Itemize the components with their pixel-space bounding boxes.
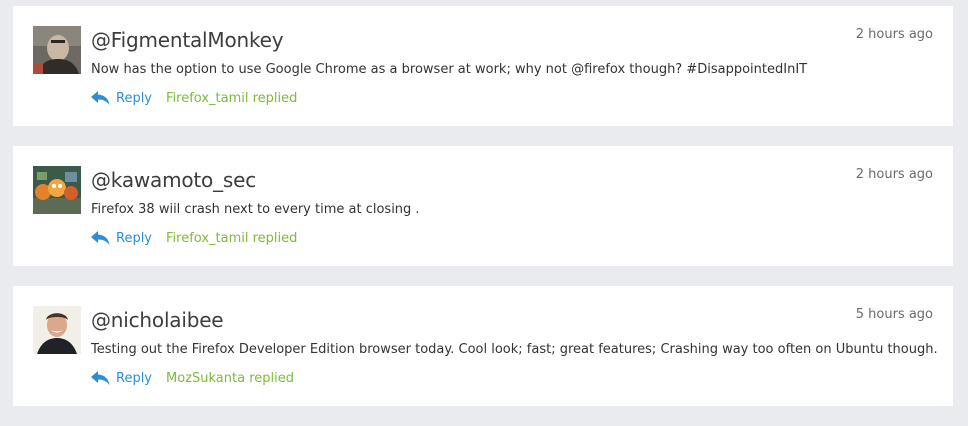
reply-arrow-icon [91, 231, 110, 245]
mention-card: @nicholaibee 5 hours ago Testing out the… [13, 286, 953, 406]
reply-arrow-icon [91, 371, 110, 385]
user-handle[interactable]: @nicholaibee [91, 308, 224, 332]
avatar[interactable] [33, 26, 81, 74]
mention-actions: Reply Firefox_tamil replied [91, 229, 297, 247]
mention-actions: Reply MozSukanta replied [91, 369, 294, 387]
user-handle[interactable]: @FigmentalMonkey [91, 28, 284, 52]
mention-text: Firefox 38 wiil crash next to every time… [91, 202, 420, 217]
mention-feed: @FigmentalMonkey 2 hours ago Now has the… [13, 6, 953, 426]
avatar[interactable] [33, 166, 81, 214]
reply-arrow-icon [91, 91, 110, 105]
mention-actions: Reply Firefox_tamil replied [91, 89, 297, 107]
timestamp: 2 hours ago [855, 27, 933, 42]
reply-button[interactable]: Reply [91, 371, 152, 386]
avatar[interactable] [33, 306, 81, 354]
reply-label: Reply [116, 230, 153, 246]
replied-status[interactable]: Firefox_tamil replied [166, 91, 297, 106]
replied-status[interactable]: MozSukanta replied [166, 371, 294, 386]
timestamp: 5 hours ago [855, 307, 933, 322]
mention-text: Now has the option to use Google Chrome … [91, 62, 808, 77]
mention-card: @FigmentalMonkey 2 hours ago Now has the… [13, 6, 953, 126]
timestamp: 2 hours ago [855, 167, 933, 182]
reply-button[interactable]: Reply [91, 91, 152, 106]
user-handle[interactable]: @kawamoto_sec [91, 168, 256, 192]
mention-card: @kawamoto_sec 2 hours ago Firefox 38 wii… [13, 146, 953, 266]
reply-label: Reply [116, 90, 153, 106]
reply-button[interactable]: Reply [91, 231, 152, 246]
mention-text: Testing out the Firefox Developer Editio… [91, 342, 938, 357]
reply-label: Reply [116, 370, 153, 386]
replied-status[interactable]: Firefox_tamil replied [166, 231, 297, 246]
